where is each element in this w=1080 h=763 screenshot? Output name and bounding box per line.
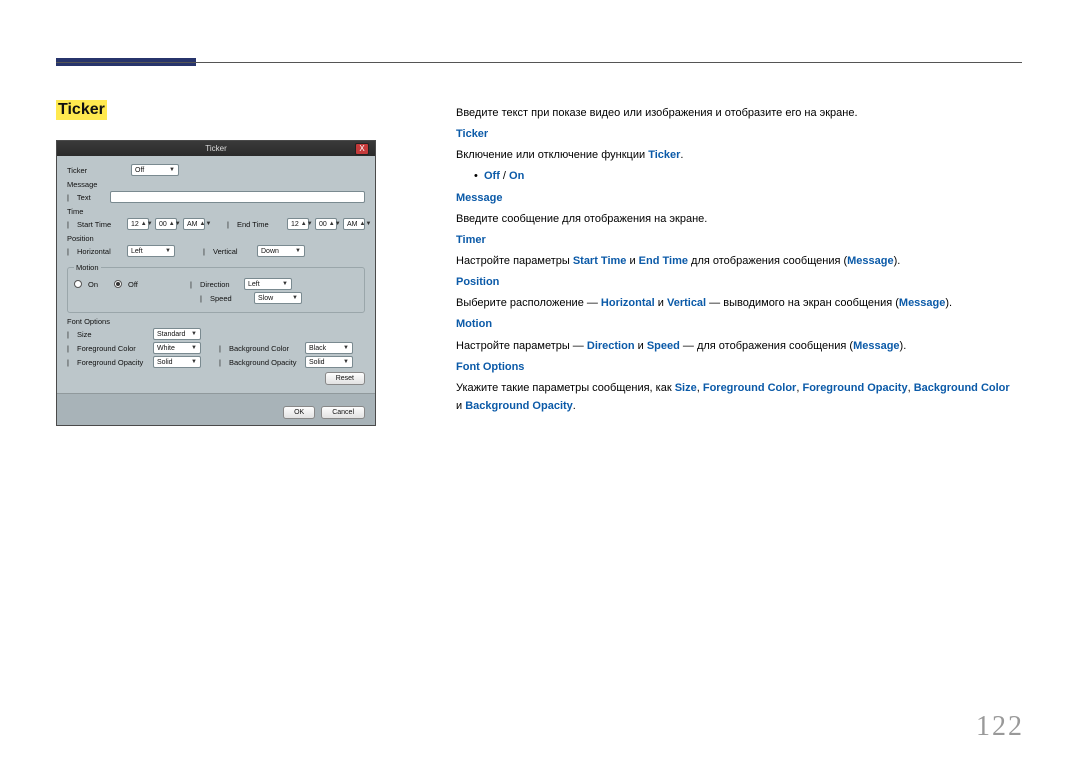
position-heading: Position <box>456 273 1026 291</box>
timer-heading: Timer <box>456 231 1026 249</box>
ticker-select[interactable]: Off▼ <box>131 164 179 176</box>
end-time-label: End Time <box>237 220 281 229</box>
bg-color-select[interactable]: Black▼ <box>305 342 353 354</box>
intro-text: Введите текст при показе видео или изобр… <box>456 104 1026 122</box>
speed-label: Speed <box>210 294 248 303</box>
close-icon[interactable]: X <box>355 143 369 155</box>
vertical-label: Vertical <box>213 247 251 256</box>
on-label: On <box>88 280 108 289</box>
start-hour[interactable]: 12▲▼ <box>127 218 149 230</box>
motion-on-radio[interactable] <box>74 280 82 288</box>
motion-desc: Настройте параметры — Direction и Speed … <box>456 337 1026 355</box>
page-number: 122 <box>976 711 1024 743</box>
font-options-label: Font Options <box>67 317 365 326</box>
fg-opacity-label: Foreground Opacity <box>77 358 147 367</box>
page-title: Ticker <box>56 100 107 120</box>
start-time-label: Start Time <box>77 220 121 229</box>
vertical-select[interactable]: Down▼ <box>257 245 305 257</box>
horizontal-label: Horizontal <box>77 247 121 256</box>
direction-select[interactable]: Left▼ <box>244 278 292 290</box>
motion-legend: Motion <box>74 263 101 272</box>
message-desc: Введите сообщение для отображения на экр… <box>456 210 1026 228</box>
message-label: Message <box>67 180 365 189</box>
end-ampm[interactable]: AM▲▼ <box>343 218 365 230</box>
fg-color-select[interactable]: White▼ <box>153 342 201 354</box>
position-desc: Выберите расположение — Horizontal и Ver… <box>456 294 1026 312</box>
doc-body: Введите текст при показе видео или изобр… <box>456 104 1026 418</box>
end-hour[interactable]: 12▲▼ <box>287 218 309 230</box>
header-divider <box>56 62 1022 63</box>
bg-color-label: Background Color <box>229 344 299 353</box>
message-text-input[interactable] <box>110 191 365 203</box>
end-min[interactable]: 00▲▼ <box>315 218 337 230</box>
bg-opacity-select[interactable]: Solid▼ <box>305 356 353 368</box>
time-label: Time <box>67 207 365 216</box>
size-label: Size <box>77 330 147 339</box>
dialog-title-text: Ticker <box>205 144 226 153</box>
speed-select[interactable]: Slow▼ <box>254 292 302 304</box>
dialog-titlebar: Ticker X <box>57 141 375 156</box>
font-heading: Font Options <box>456 358 1026 376</box>
start-ampm[interactable]: AM▲▼ <box>183 218 205 230</box>
ticker-label: Ticker <box>67 166 127 175</box>
motion-off-radio[interactable] <box>114 280 122 288</box>
font-desc: Укажите такие параметры сообщения, как S… <box>456 379 1026 415</box>
chevron-down-icon: ▼ <box>169 167 175 173</box>
ok-button[interactable]: OK <box>283 406 315 419</box>
ticker-dialog: Ticker X Ticker Off▼ Message | Text Time… <box>56 140 376 426</box>
message-heading: Message <box>456 189 1026 207</box>
position-label: Position <box>67 234 365 243</box>
cancel-button[interactable]: Cancel <box>321 406 365 419</box>
text-label: Text <box>77 193 104 202</box>
start-min[interactable]: 00▲▼ <box>155 218 177 230</box>
off-label: Off <box>128 280 148 289</box>
motion-group: Motion On Off | Direction Left▼ | Speed … <box>67 263 365 313</box>
fg-color-label: Foreground Color <box>77 344 147 353</box>
timer-desc: Настройте параметры Start Time и End Tim… <box>456 252 1026 270</box>
ticker-bullet: • Off / On <box>456 167 1026 185</box>
reset-button[interactable]: Reset <box>325 372 365 385</box>
ticker-dialog-screenshot: Ticker X Ticker Off▼ Message | Text Time… <box>56 140 376 426</box>
motion-heading: Motion <box>456 315 1026 333</box>
ticker-desc: Включение или отключение функции Ticker. <box>456 146 1026 164</box>
ticker-heading: Ticker <box>456 125 1026 143</box>
bg-opacity-label: Background Opacity <box>229 358 299 367</box>
fg-opacity-select[interactable]: Solid▼ <box>153 356 201 368</box>
horizontal-select[interactable]: Left▼ <box>127 245 175 257</box>
size-select[interactable]: Standard▼ <box>153 328 201 340</box>
direction-label: Direction <box>200 280 238 289</box>
